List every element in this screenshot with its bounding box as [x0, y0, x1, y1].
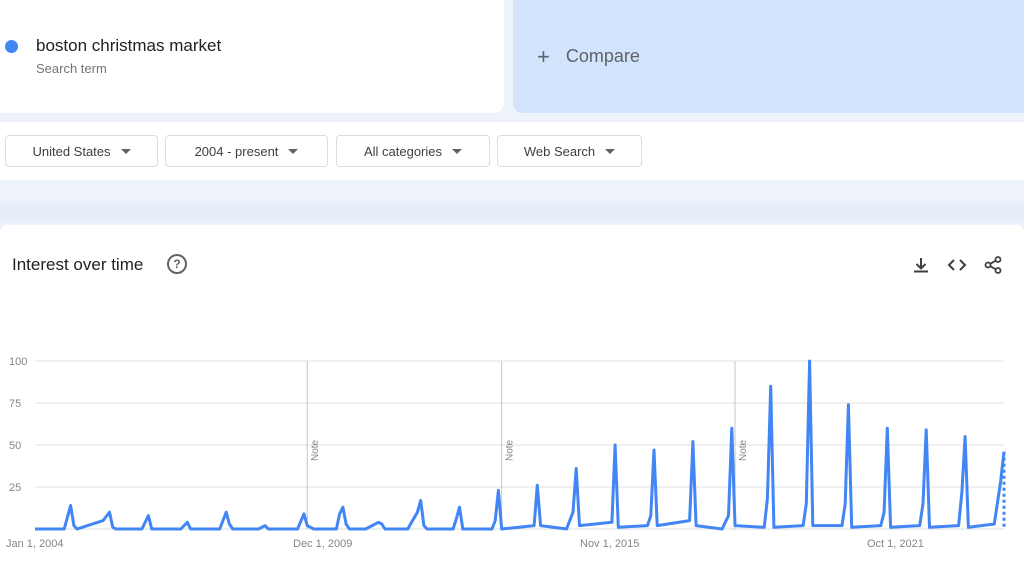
filter-bar: United States 2004 - present All categor…	[0, 122, 1024, 180]
interest-over-time-card: Interest over time ? 25 50 75 100 Note Note No…	[0, 225, 1024, 577]
chevron-down-icon	[452, 148, 463, 154]
x-tick-label: Jan 1, 2004	[6, 538, 64, 550]
search-term-subtitle: Search term	[36, 61, 107, 76]
note-label: Note	[738, 439, 749, 461]
search-type-filter[interactable]: Web Search	[497, 135, 642, 167]
time-range-filter[interactable]: 2004 - present	[165, 135, 328, 167]
y-tick-label: 100	[9, 356, 27, 368]
chevron-down-icon	[605, 148, 616, 154]
chevron-down-icon	[288, 148, 299, 154]
note-label: Note	[505, 439, 516, 461]
search-term-name: boston christmas market	[36, 36, 222, 55]
category-filter-label: All categories	[363, 143, 443, 159]
x-tick-label: Nov 1, 2015	[580, 538, 639, 550]
y-tick-label: 25	[9, 482, 21, 494]
y-tick-label: 50	[9, 440, 21, 452]
divider-strip	[0, 201, 1024, 223]
note-label: Note	[310, 439, 321, 461]
search-type-filter-label: Web Search	[523, 143, 596, 159]
region-filter[interactable]: United States	[5, 135, 158, 167]
region-filter-label: United States	[32, 143, 111, 159]
plus-icon: +	[537, 43, 550, 69]
time-range-filter-label: 2004 - present	[194, 143, 279, 159]
compare-button[interactable]: + Compare	[513, 0, 1024, 113]
x-tick-label: Oct 1, 2021	[867, 538, 924, 550]
series-color-dot	[5, 40, 18, 53]
compare-label: Compare	[565, 46, 640, 66]
search-term-card[interactable]: boston christmas market Search term	[0, 0, 504, 113]
category-filter[interactable]: All categories	[336, 135, 490, 167]
x-tick-label: Dec 1, 2009	[293, 538, 352, 550]
chevron-down-icon	[120, 148, 131, 154]
interest-chart: 25 50 75 100 Note Note Note Jan 1, 2004 Dec 1, 2…	[6, 356, 1006, 550]
y-tick-label: 75	[9, 398, 21, 410]
